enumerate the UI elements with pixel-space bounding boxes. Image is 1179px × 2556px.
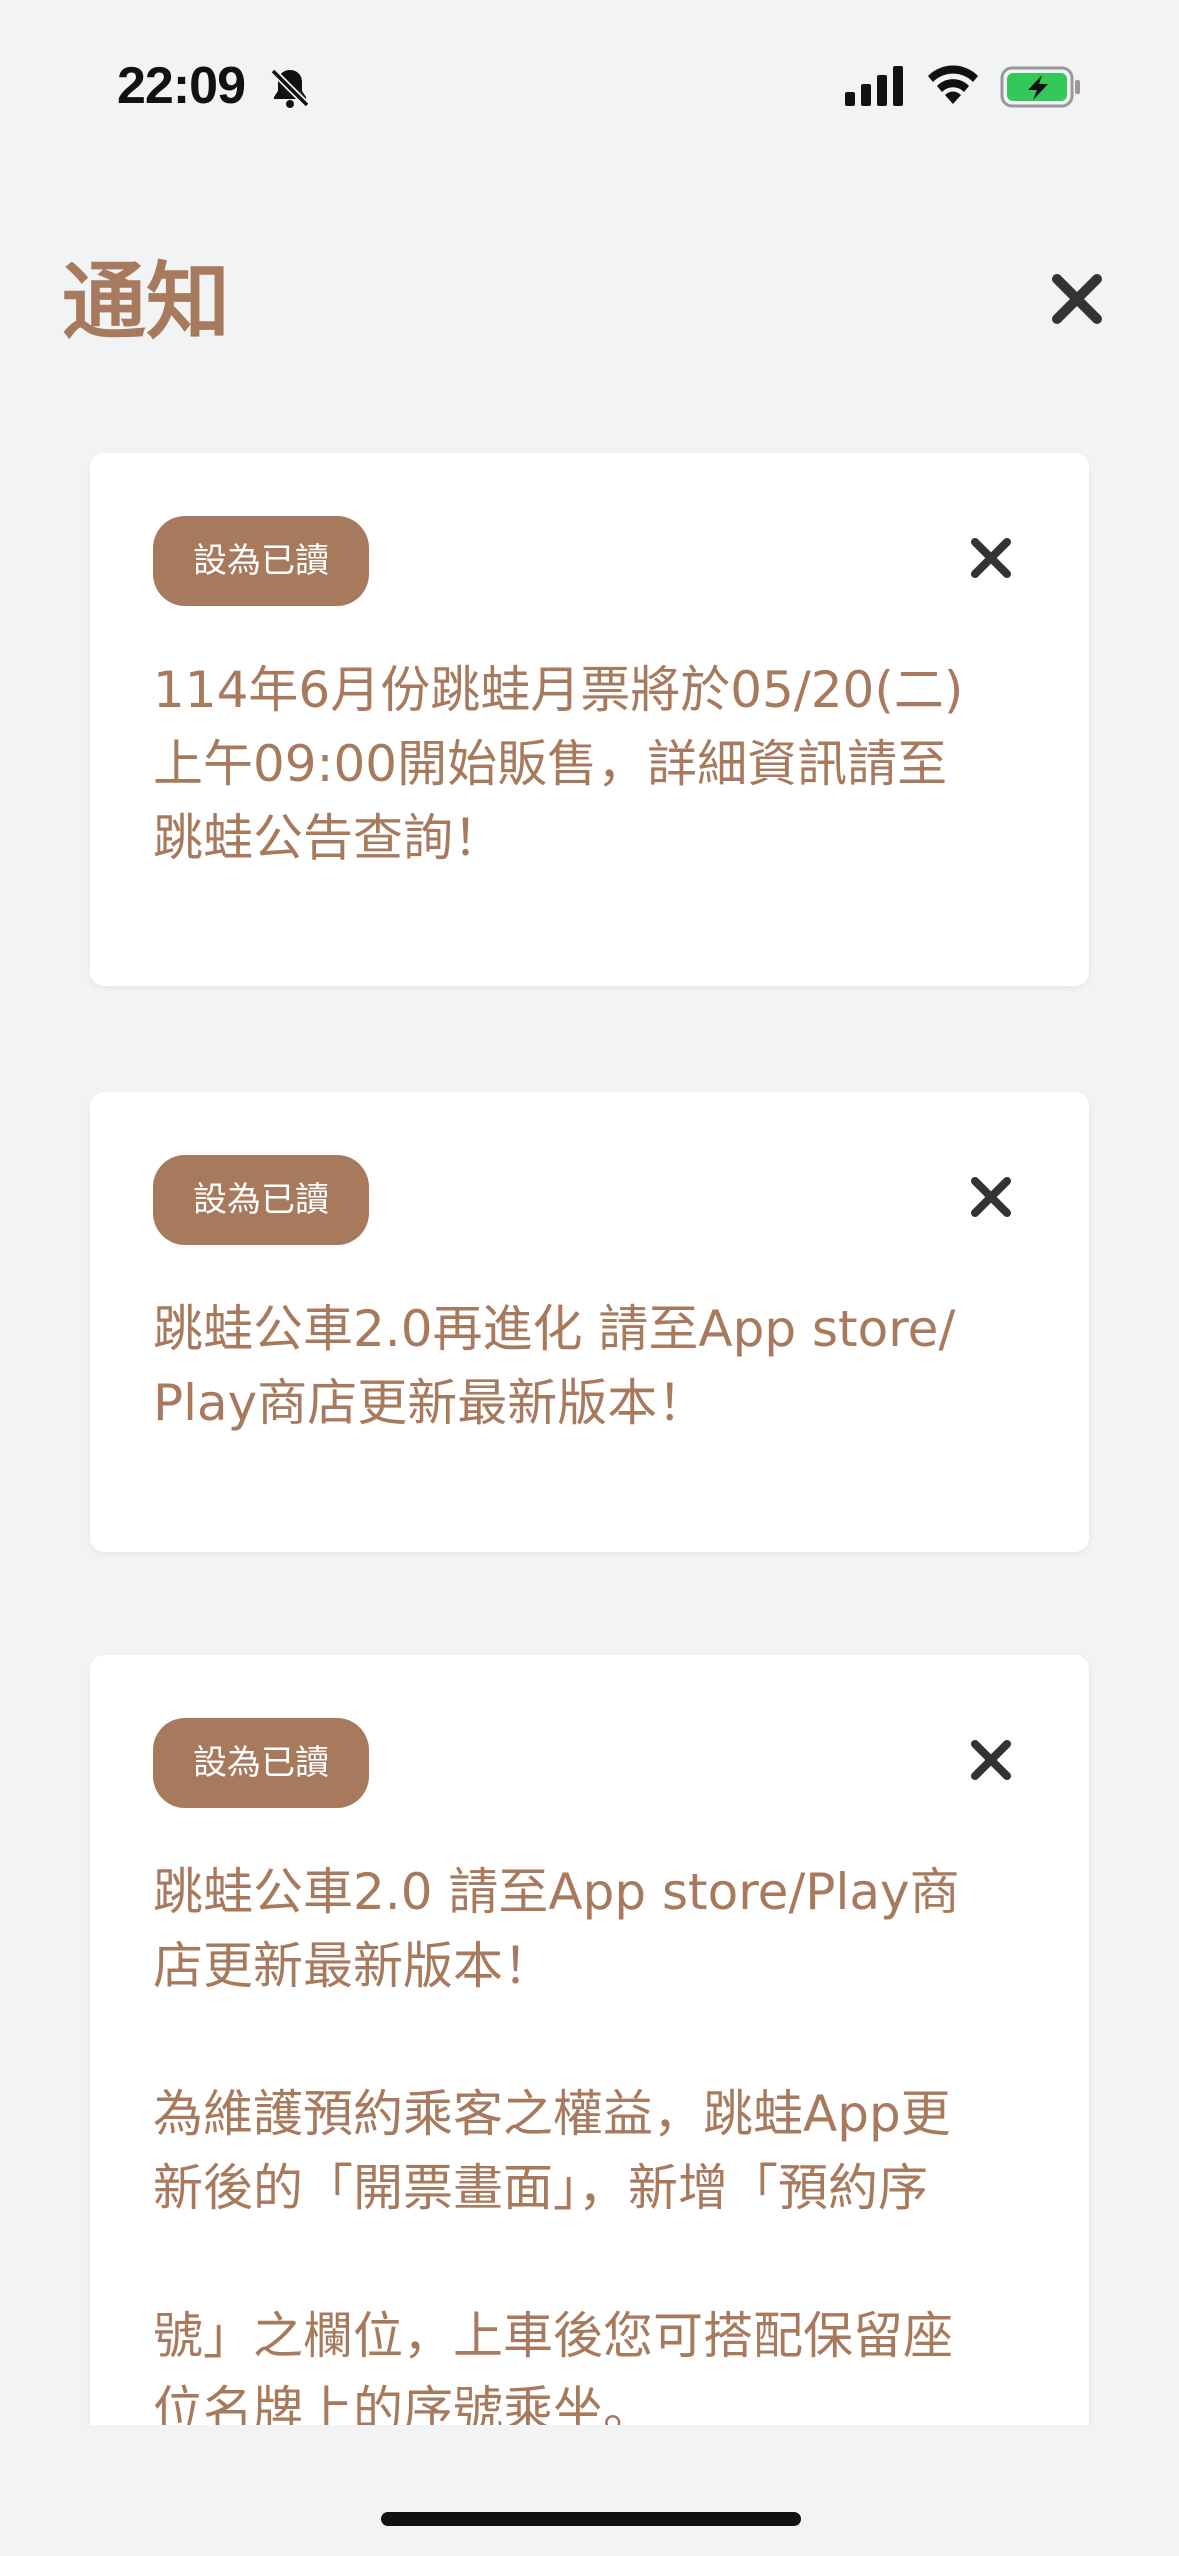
dismiss-notification-icon[interactable] <box>968 1174 1014 1220</box>
close-icon[interactable] <box>1048 270 1106 328</box>
notification-message: 114年6月份跳蛙月票將於05/20(二) 上午09:00開始販售，詳細資訊請至… <box>153 661 964 867</box>
page-title: 通知 <box>62 253 231 351</box>
notification-message: 跳蛙公車2.0再進化 請至App store/ Play商店更新最新版本！ <box>153 1300 956 1432</box>
mark-as-read-button[interactable]: 設為已讀 <box>153 516 369 606</box>
bell-slash-icon <box>270 68 310 108</box>
dismiss-notification-icon[interactable] <box>968 1737 1014 1783</box>
notifications-screen: 22:09 通知 設為已讀 114年6月份跳蛙月票將於05/20(二) 上午09… <box>0 0 1179 2556</box>
battery-charging-icon <box>1000 66 1080 108</box>
home-indicator[interactable] <box>381 2512 801 2526</box>
notification-list[interactable]: 設為已讀 114年6月份跳蛙月票將於05/20(二) 上午09:00開始販售，詳… <box>0 420 1179 2425</box>
notification-card: 設為已讀 跳蛙公車2.0再進化 請至App store/ Play商店更新最新版… <box>90 1092 1089 1552</box>
notification-card: 設為已讀 114年6月份跳蛙月票將於05/20(二) 上午09:00開始販售，詳… <box>90 453 1089 986</box>
notification-message: 跳蛙公車2.0 請至App store/Play商 店更新最新版本！ 為維護預約… <box>153 1863 960 2425</box>
dismiss-notification-icon[interactable] <box>968 535 1014 581</box>
mark-as-read-button[interactable]: 設為已讀 <box>153 1155 369 1245</box>
wifi-icon <box>928 65 978 104</box>
mark-as-read-button[interactable]: 設為已讀 <box>153 1718 369 1808</box>
status-bar: 22:09 <box>0 0 1179 160</box>
notification-card: 設為已讀 跳蛙公車2.0 請至App store/Play商 店更新最新版本！ … <box>90 1655 1089 2425</box>
status-time: 22:09 <box>117 57 246 115</box>
signal-icon <box>845 66 903 106</box>
